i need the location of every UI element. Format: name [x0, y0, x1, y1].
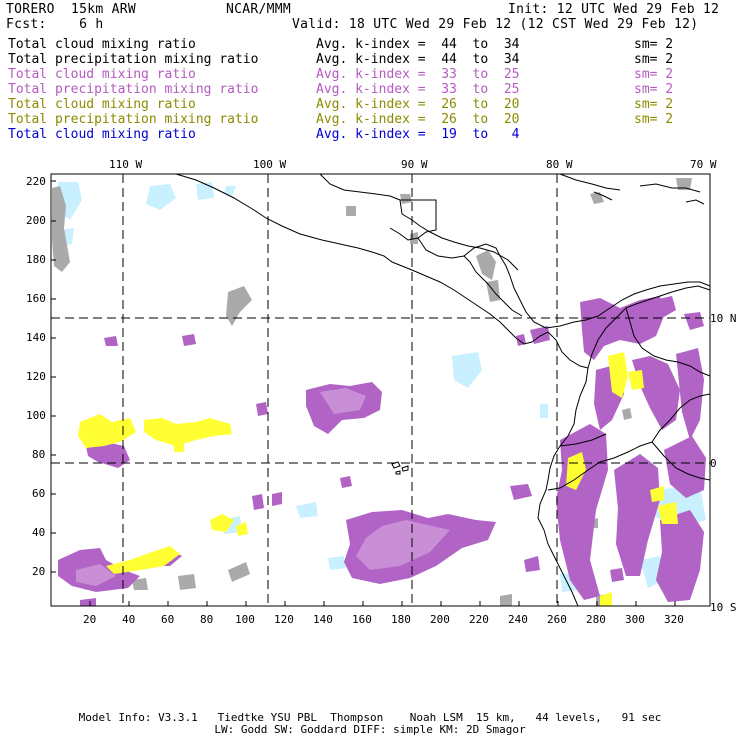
legend-sm: sm= 2: [634, 82, 674, 97]
lat-label: 10 N: [710, 312, 737, 325]
x-tick-label: 300: [625, 613, 645, 626]
x-tick-label: 100: [235, 613, 255, 626]
x-tick-label: 140: [313, 613, 333, 626]
x-tick-label: 220: [469, 613, 489, 626]
legend-sm: sm= 2: [634, 37, 674, 52]
y-tick-label: 120: [26, 370, 46, 383]
model-title: TORERO 15km ARW: [6, 2, 137, 17]
y-tick-label: 100: [26, 409, 46, 422]
legend-kindex: Avg. k-index = 44 to 34: [316, 52, 520, 67]
legend-sm: sm= 2: [634, 52, 674, 67]
lon-label: 110 W: [109, 158, 143, 171]
legend-kindex: Avg. k-index = 26 to 20: [316, 112, 520, 127]
legend-row: Total cloud mixing ratio Avg. k-index = …: [0, 127, 740, 142]
y-tick-label: 220: [26, 175, 46, 188]
legend-name: Total cloud mixing ratio: [8, 37, 196, 52]
legend-row: Total cloud mixing ratio Avg. k-index = …: [0, 97, 740, 112]
lon-label: 70 W: [690, 158, 717, 171]
x-tick-label: 160: [352, 613, 372, 626]
legend-sm: sm= 2: [634, 67, 674, 82]
y-tick-label: 60: [32, 487, 46, 500]
lon-label: 90 W: [401, 158, 428, 171]
legend-row: Total precipitation mixing ratio Avg. k-…: [0, 52, 740, 67]
x-tick-label: 60: [161, 613, 175, 626]
y-tick-label: 200: [26, 214, 46, 227]
lat-label: 0: [710, 457, 717, 470]
y-tick-label: 80: [32, 448, 46, 461]
lat-label: 10 S: [710, 601, 737, 614]
x-tick-label: 280: [586, 613, 606, 626]
lon-label: 80 W: [546, 158, 573, 171]
legend-row: Total cloud mixing ratio Avg. k-index = …: [0, 67, 740, 82]
x-tick-label: 200: [430, 613, 450, 626]
legend-sm: sm= 2: [634, 112, 674, 127]
legend-row: Total cloud mixing ratio Avg. k-index = …: [0, 37, 740, 52]
x-tick-label: 260: [547, 613, 567, 626]
model-info-line2: LW: Godd SW: Goddard DIFF: simple KM: 2D…: [214, 723, 526, 736]
legend-kindex: Avg. k-index = 26 to 20: [316, 97, 520, 112]
org-label: NCAR/MMM: [226, 2, 292, 17]
y-tick-label: 20: [32, 565, 46, 578]
x-tick-label: 120: [274, 613, 294, 626]
y-tick-label: 40: [32, 526, 46, 539]
legend-kindex: Avg. k-index = 44 to 34: [316, 37, 520, 52]
legend-row: Total precipitation mixing ratio Avg. k-…: [0, 112, 740, 127]
y-tick-label: 140: [26, 331, 46, 344]
legend-row: Total precipitation mixing ratio Avg. k-…: [0, 82, 740, 97]
legend-name: Total precipitation mixing ratio: [8, 82, 259, 97]
legend-name: Total cloud mixing ratio: [8, 127, 196, 142]
x-tick-label: 20: [83, 613, 97, 626]
init-time: Init: 12 UTC Wed 29 Feb 12: [508, 2, 720, 17]
x-tick-label: 320: [664, 613, 684, 626]
y-tick-label: 180: [26, 253, 46, 266]
legend-name: Total precipitation mixing ratio: [8, 112, 259, 127]
legend-kindex: Avg. k-index = 19 to 4: [316, 127, 520, 142]
x-tick-label: 180: [391, 613, 411, 626]
x-tick-label: 40: [122, 613, 136, 626]
legend-kindex: Avg. k-index = 33 to 25: [316, 67, 520, 82]
forecast-hour: Fcst: 6 h: [6, 17, 104, 32]
lon-label: 100 W: [253, 158, 287, 171]
legend-sm: sm= 2: [634, 97, 674, 112]
legend-name: Total cloud mixing ratio: [8, 67, 196, 82]
x-tick-label: 80: [200, 613, 214, 626]
legend-name: Total cloud mixing ratio: [8, 97, 196, 112]
legend-name: Total precipitation mixing ratio: [8, 52, 259, 67]
x-tick-label: 240: [508, 613, 528, 626]
valid-time: Valid: 18 UTC Wed 29 Feb 12 (12 CST Wed …: [292, 17, 699, 32]
y-tick-label: 160: [26, 292, 46, 305]
legend-kindex: Avg. k-index = 33 to 25: [316, 82, 520, 97]
